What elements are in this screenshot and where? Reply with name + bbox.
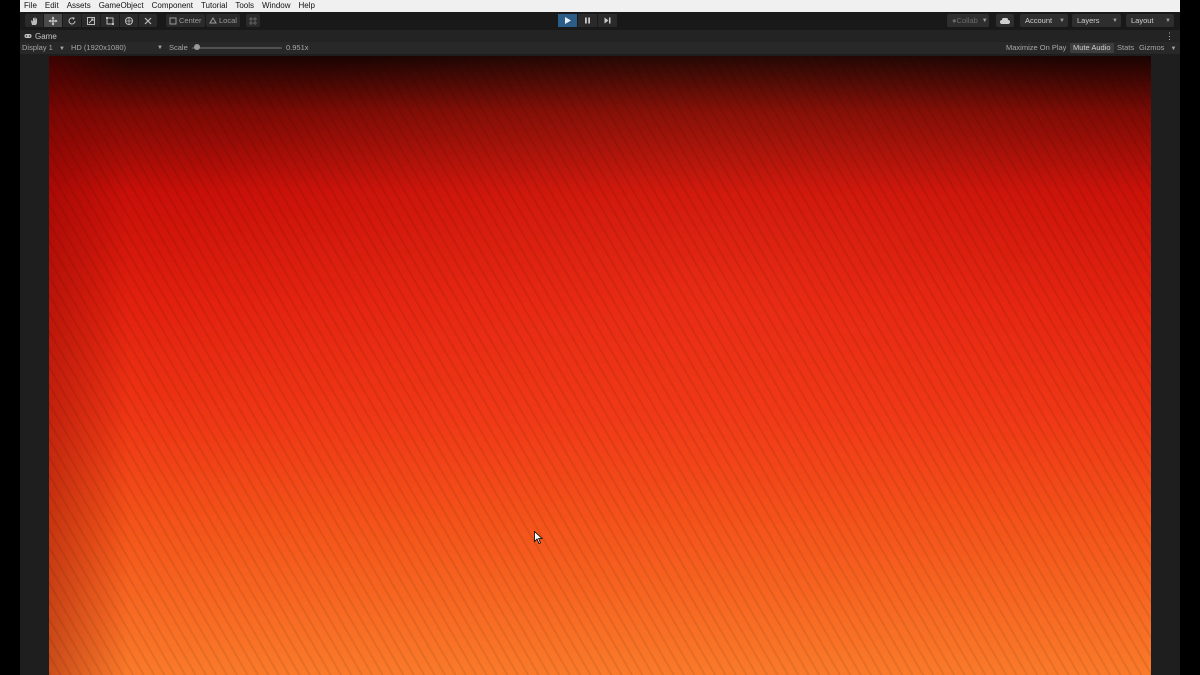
display-label: Display 1 <box>22 43 53 52</box>
game-view-controls: Display 1 ▼ HD (1920x1080) ▼ Scale 0.951… <box>20 42 1180 54</box>
account-label: Account <box>1025 16 1053 25</box>
step-icon <box>604 17 611 24</box>
custom-tool-button[interactable] <box>139 14 157 27</box>
resolution-dropdown[interactable]: HD (1920x1080) ▼ <box>71 42 163 54</box>
move-icon <box>48 16 58 25</box>
pivot-center-button[interactable]: Center <box>166 14 205 27</box>
tab-game[interactable]: Game <box>24 30 57 42</box>
texture-overlay <box>49 56 1151 675</box>
scale-slider-track[interactable] <box>192 47 282 49</box>
maximize-on-play-toggle[interactable]: Maximize On Play <box>1003 43 1069 53</box>
menu-component[interactable]: Component <box>148 0 197 12</box>
unity-editor-window: File Edit Assets GameObject Component Tu… <box>20 0 1180 675</box>
hand-tool-button[interactable] <box>25 14 44 27</box>
play-icon <box>565 17 571 24</box>
menu-bar: File Edit Assets GameObject Component Tu… <box>20 0 1180 12</box>
local-space-icon <box>209 16 217 23</box>
layout-label: Layout <box>1131 16 1154 25</box>
rect-icon <box>106 16 114 25</box>
menu-file[interactable]: File <box>20 0 41 12</box>
chevron-down-icon: ▼ <box>981 17 988 24</box>
grid-snap-button[interactable] <box>246 14 260 27</box>
chevron-down-icon: ▼ <box>1165 17 1171 24</box>
chevron-down-icon: ▼ <box>58 46 65 52</box>
scale-value: 0.951x <box>286 43 309 52</box>
pivot-local-button[interactable]: Local <box>206 14 240 27</box>
scale-label: Scale <box>169 43 188 52</box>
grid-icon <box>249 16 257 25</box>
menu-gameobject[interactable]: GameObject <box>95 0 148 12</box>
menu-tools[interactable]: Tools <box>231 0 258 12</box>
mute-audio-toggle[interactable]: Mute Audio <box>1070 43 1114 53</box>
gizmos-label: Gizmos <box>1139 43 1165 52</box>
mouse-cursor-icon <box>534 531 543 544</box>
pivot-icon <box>169 17 177 24</box>
display-dropdown[interactable]: Display 1 ▼ <box>22 42 65 54</box>
cloud-button[interactable] <box>996 14 1014 27</box>
cloud-icon <box>1000 17 1010 24</box>
scale-tool-button[interactable] <box>82 14 101 27</box>
game-tab-bar: Game ⋮ <box>20 30 1180 42</box>
pause-button[interactable] <box>578 14 597 27</box>
layout-dropdown[interactable]: Layout ▼ <box>1126 14 1174 27</box>
transform-tools <box>25 14 157 27</box>
pivot-local-label: Local <box>219 16 237 25</box>
playmode-controls <box>558 14 618 27</box>
gizmos-dropdown[interactable]: Gizmos ▼ <box>1139 42 1176 54</box>
rect-tool-button[interactable] <box>101 14 120 27</box>
menu-window[interactable]: Window <box>258 0 294 12</box>
collab-dropdown[interactable]: ● Collab ▼ <box>947 14 989 27</box>
rotate-icon <box>68 16 76 24</box>
scale-slider-thumb[interactable] <box>194 44 201 50</box>
scale-icon <box>87 16 95 25</box>
pause-icon <box>585 17 590 24</box>
resolution-label: HD (1920x1080) <box>71 43 127 52</box>
play-button[interactable] <box>558 14 577 27</box>
account-dropdown[interactable]: Account ▼ <box>1020 14 1068 27</box>
menu-tutorial[interactable]: Tutorial <box>197 0 231 12</box>
panel-menu-icon[interactable]: ⋮ <box>1165 30 1174 42</box>
gamepad-icon <box>24 34 32 38</box>
step-button[interactable] <box>598 14 617 27</box>
chevron-down-icon: ▼ <box>157 45 163 51</box>
main-toolbar: Center Local ● Collab ▼ Account ▼ Layers… <box>20 12 1180 30</box>
transform-icon <box>125 16 133 25</box>
stats-toggle[interactable]: Stats <box>1114 43 1137 53</box>
chevron-down-icon: ▼ <box>1112 17 1118 24</box>
tab-game-label: Game <box>35 31 57 41</box>
menu-edit[interactable]: Edit <box>41 0 63 12</box>
chevron-down-icon: ▼ <box>1059 17 1065 24</box>
layers-label: Layers <box>1077 16 1100 25</box>
menu-assets[interactable]: Assets <box>63 0 95 12</box>
pivot-center-label: Center <box>179 16 202 25</box>
transform-tool-button[interactable] <box>120 14 139 27</box>
move-tool-button[interactable] <box>44 14 63 27</box>
menu-help[interactable]: Help <box>295 0 319 12</box>
chevron-down-icon: ▼ <box>1170 46 1177 52</box>
hand-icon <box>31 17 37 25</box>
game-render-view[interactable] <box>49 56 1151 675</box>
custom-tool-icon <box>144 17 152 24</box>
layers-dropdown[interactable]: Layers ▼ <box>1072 14 1121 27</box>
collab-label: Collab <box>956 16 978 25</box>
rotate-tool-button[interactable] <box>63 14 82 27</box>
